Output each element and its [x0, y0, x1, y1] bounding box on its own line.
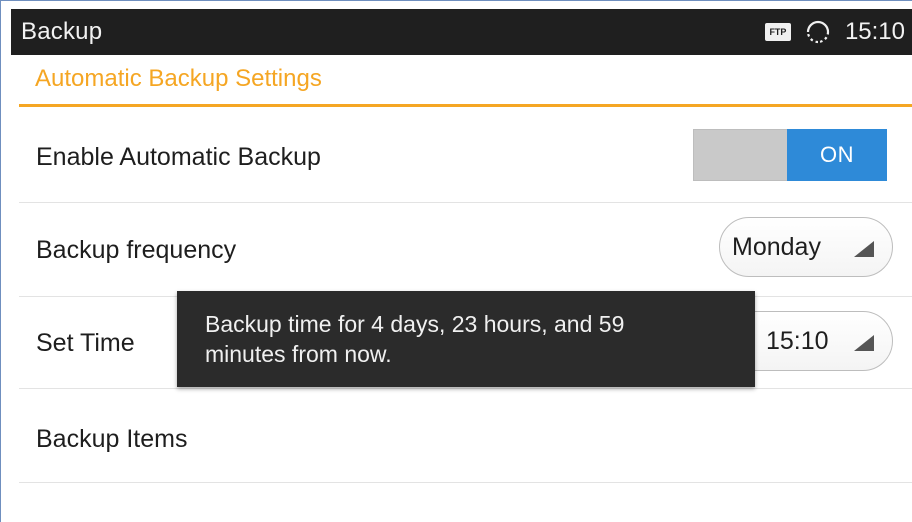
status-bar-clock: 15:10: [844, 18, 905, 45]
toast-text-line-1: Backup time for 4 days, 23 hours, and 59: [205, 311, 625, 337]
set-time-label: Set Time: [36, 329, 135, 357]
toggle-on-state: ON: [787, 129, 887, 181]
ftp-icon: FTP: [764, 23, 791, 41]
setting-row-backup-items[interactable]: Backup Items: [19, 389, 912, 483]
sync-icon: [805, 19, 831, 45]
backup-frequency-dropdown[interactable]: Monday: [719, 217, 893, 277]
backup-screen: Backup FTP 15:10 Automatic Backup Settin…: [0, 0, 912, 522]
backup-frequency-label: Backup frequency: [36, 236, 237, 264]
section-header: Automatic Backup Settings: [35, 65, 322, 92]
toast-text-line-2: minutes from now.: [205, 341, 392, 367]
status-bar: Backup FTP 15:10: [11, 9, 912, 55]
dropdown-arrow-icon: [854, 335, 874, 351]
enable-auto-backup-label: Enable Automatic Backup: [36, 143, 321, 171]
setting-row-backup-frequency[interactable]: Backup frequency Monday: [19, 203, 912, 297]
backup-items-label: Backup Items: [36, 425, 188, 453]
enable-auto-backup-toggle[interactable]: ON: [693, 129, 887, 181]
setting-row-enable-auto-backup[interactable]: Enable Automatic Backup ON: [19, 107, 912, 203]
backup-time-toast: Backup time for 4 days, 23 hours, and 59…: [177, 291, 755, 387]
status-bar-title: Backup: [21, 18, 103, 45]
dropdown-arrow-icon: [854, 241, 874, 257]
status-bar-indicators: FTP 15:10: [764, 18, 905, 46]
set-time-value: 15:10: [766, 326, 829, 355]
backup-frequency-value: Monday: [732, 232, 821, 261]
